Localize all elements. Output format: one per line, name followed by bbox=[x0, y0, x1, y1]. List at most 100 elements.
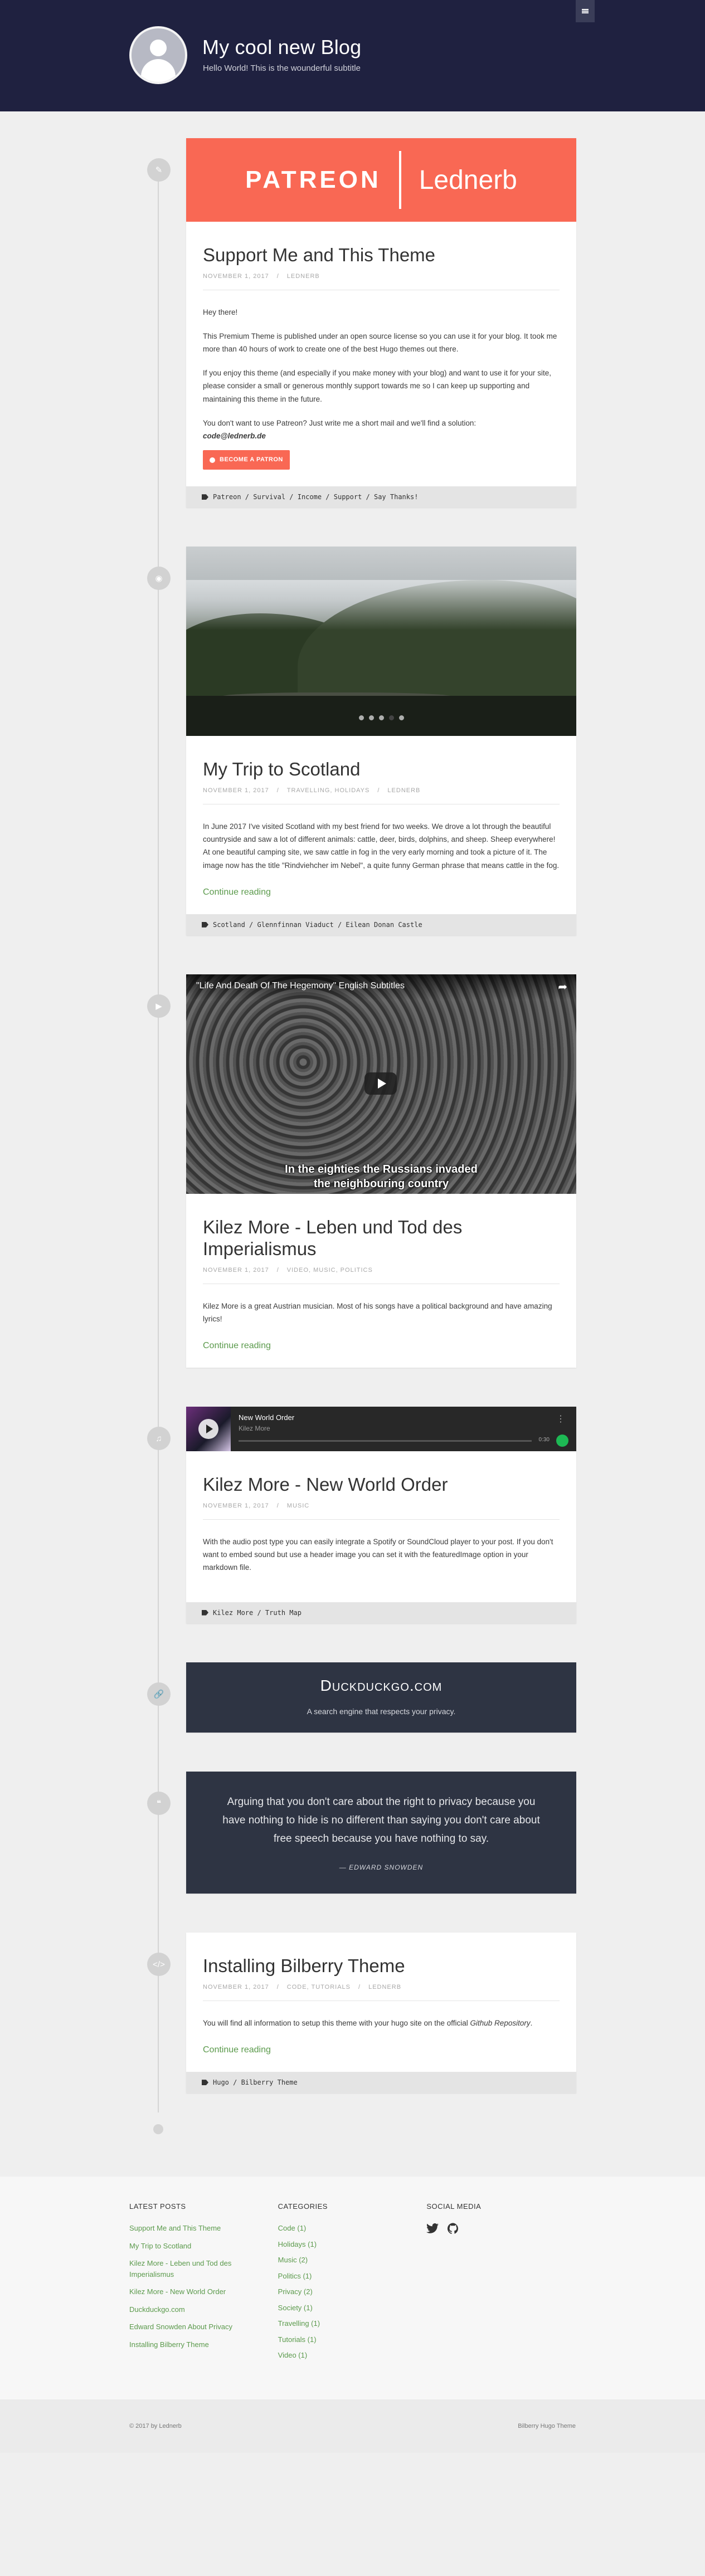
track-artist[interactable]: Kilez More bbox=[239, 1424, 270, 1432]
latest-posts-heading: LATEST POSTS bbox=[129, 2202, 186, 2211]
become-patron-button[interactable]: BECOME A PATRON bbox=[203, 450, 290, 470]
quote-icon: ❝ bbox=[147, 1791, 171, 1815]
timeline: ✎ PATREON Lednerb Support Me and This Th… bbox=[0, 111, 705, 2177]
tag-icon bbox=[202, 494, 208, 500]
play-button[interactable] bbox=[364, 1072, 397, 1095]
hamburger-icon bbox=[582, 9, 589, 13]
post-title[interactable]: Installing Bilberry Theme bbox=[203, 1955, 560, 1977]
tag-bar: Kilez More / Truth Map bbox=[186, 1602, 576, 1623]
latest-post-link[interactable]: My Trip to Scotland bbox=[129, 2241, 278, 2252]
link-title[interactable]: Duckduckgo.com bbox=[203, 1677, 560, 1695]
social-media-heading: SOCIAL MEDIA bbox=[426, 2202, 482, 2211]
category-link[interactable]: Video (1) bbox=[278, 2350, 427, 2361]
category-link[interactable]: Music (2) bbox=[278, 2255, 427, 2266]
patreon-logo: PATREON bbox=[245, 166, 381, 193]
pencil-icon: ✎ bbox=[147, 158, 171, 182]
theme-credit-link[interactable]: Bilberry Hugo Theme bbox=[518, 2423, 576, 2429]
video-player[interactable]: "Life And Death Of The Hegemony" English… bbox=[186, 974, 576, 1194]
quote-author: — EDWARD SNOWDEN bbox=[339, 1863, 424, 1872]
post-content: In June 2017 I've visited Scotland with … bbox=[203, 822, 560, 870]
category-link[interactable]: Travelling (1) bbox=[278, 2318, 427, 2329]
avatar[interactable] bbox=[129, 26, 187, 84]
post-title[interactable]: Kilez More - New World Order bbox=[203, 1474, 560, 1496]
gallery-dot[interactable] bbox=[398, 715, 404, 721]
video-subtitles: In the eighties the Russians invaded the… bbox=[285, 1163, 478, 1190]
post-scotland: ◉ My Trip to Scotland NOVEMBER 1, 2017 /… bbox=[147, 547, 576, 935]
site-subtitle: Hello World! This is the wounderful subt… bbox=[203, 64, 361, 73]
tag-icon bbox=[202, 1609, 208, 1616]
tag-list[interactable]: Kilez More / Truth Map bbox=[213, 1609, 302, 1617]
user-silhouette-icon bbox=[150, 40, 167, 56]
menu-toggle-button[interactable] bbox=[576, 0, 595, 22]
image-gallery[interactable] bbox=[186, 547, 576, 736]
footer-bottom-bar: © 2017 by Lednerb Bilberry Hugo Theme bbox=[0, 2399, 705, 2453]
latest-post-link[interactable]: Duckduckgo.com bbox=[129, 2304, 278, 2315]
post-categories[interactable]: TRAVELLING, HOLIDAYS bbox=[287, 787, 370, 794]
continue-reading-link[interactable]: Continue reading bbox=[203, 1341, 271, 1351]
gallery-dot[interactable] bbox=[378, 715, 384, 721]
post-title[interactable]: My Trip to Scotland bbox=[203, 758, 560, 780]
post-meta: NOVEMBER 1, 2017/MUSIC bbox=[203, 1502, 560, 1520]
post-author[interactable]: LEDNERB bbox=[368, 1984, 401, 1990]
tag-list[interactable]: Patreon / Survival / Income / Support / … bbox=[213, 493, 418, 501]
post-title[interactable]: Support Me and This Theme bbox=[203, 244, 560, 266]
post-date: NOVEMBER 1, 2017 bbox=[203, 1983, 269, 1990]
tag-bar: Hugo / Bilberry Theme bbox=[186, 2072, 576, 2094]
twitter-icon[interactable] bbox=[426, 2223, 439, 2234]
categories-heading: CATEGORIES bbox=[278, 2202, 328, 2211]
gallery-dot[interactable] bbox=[358, 715, 364, 721]
more-options-icon[interactable]: ⋮ bbox=[556, 1413, 565, 1424]
latest-post-link[interactable]: Kilez More - Leben und Tod des Imperiali… bbox=[129, 2258, 278, 2280]
category-link[interactable]: Holidays (1) bbox=[278, 2239, 427, 2250]
camera-icon: ◉ bbox=[147, 567, 171, 591]
play-icon[interactable] bbox=[198, 1419, 218, 1440]
post-title[interactable]: Kilez More - Leben und Tod des Imperiali… bbox=[203, 1216, 560, 1260]
tag-list[interactable]: Scotland / Glennfinnan Viaduct / Eilean … bbox=[213, 921, 422, 929]
progress-bar[interactable] bbox=[239, 1440, 532, 1442]
post-content: Hey there! This Premium Theme is publish… bbox=[203, 306, 560, 470]
email-link[interactable]: code@lednerb.de bbox=[203, 432, 266, 440]
latest-post-link[interactable]: Kilez More - New World Order bbox=[129, 2286, 278, 2297]
track-title[interactable]: New World Order bbox=[239, 1413, 294, 1422]
post-meta: NOVEMBER 1, 2017/CODE, TUTORIALS / LEDNERB bbox=[203, 1984, 560, 2001]
site-footer: LATEST POSTS Support Me and This Theme M… bbox=[0, 2177, 705, 2453]
tag-icon bbox=[202, 921, 208, 928]
category-link[interactable]: Code (1) bbox=[278, 2223, 427, 2234]
post-categories[interactable]: CODE, TUTORIALS bbox=[287, 1984, 351, 1990]
site-title[interactable]: My cool new Blog bbox=[202, 36, 361, 59]
site-header: My cool new Blog Hello World! This is th… bbox=[0, 0, 705, 111]
share-icon[interactable]: ➦ bbox=[558, 980, 567, 994]
category-link[interactable]: Tutorials (1) bbox=[278, 2334, 427, 2345]
latest-post-link[interactable]: Edward Snowden About Privacy bbox=[129, 2321, 278, 2333]
post-bilberry: </> Installing Bilberry Theme NOVEMBER 1… bbox=[147, 1933, 576, 2094]
spotify-player[interactable]: New World Order Kilez More 0:30 ⋮ bbox=[186, 1407, 576, 1452]
post-audio: ♫ New World Order Kilez More 0:30 ⋮ Kile… bbox=[147, 1407, 576, 1623]
category-link[interactable]: Privacy (2) bbox=[278, 2286, 427, 2297]
tag-bar: Scotland / Glennfinnan Viaduct / Eilean … bbox=[186, 914, 576, 935]
patreon-banner[interactable]: PATREON Lednerb bbox=[186, 138, 576, 222]
spotify-icon[interactable] bbox=[556, 1435, 568, 1447]
post-patreon: ✎ PATREON Lednerb Support Me and This Th… bbox=[147, 138, 576, 508]
video-title[interactable]: "Life And Death Of The Hegemony" English… bbox=[196, 981, 405, 991]
category-link[interactable]: Politics (1) bbox=[278, 2271, 427, 2282]
gallery-dot[interactable] bbox=[368, 715, 374, 721]
latest-post-link[interactable]: Installing Bilberry Theme bbox=[129, 2339, 278, 2350]
github-icon[interactable] bbox=[448, 2223, 459, 2235]
latest-post-link[interactable]: Support Me and This Theme bbox=[129, 2223, 278, 2234]
post-author[interactable]: LEDNERB bbox=[387, 787, 420, 794]
continue-reading-link[interactable]: Continue reading bbox=[203, 2045, 271, 2055]
post-date: NOVEMBER 1, 2017 bbox=[203, 272, 269, 280]
github-repository-link[interactable]: Github Repository bbox=[470, 2019, 531, 2027]
tag-list[interactable]: Hugo / Bilberry Theme bbox=[213, 2079, 298, 2086]
post-author[interactable]: LEDNERB bbox=[287, 273, 320, 280]
gallery-dot-active[interactable] bbox=[388, 715, 394, 721]
post-categories[interactable]: VIDEO, MUSIC, POLITICS bbox=[287, 1267, 373, 1274]
post-date: NOVEMBER 1, 2017 bbox=[203, 787, 269, 794]
quote-text: Arguing that you don't care about the ri… bbox=[222, 1796, 540, 1845]
post-categories[interactable]: MUSIC bbox=[287, 1502, 309, 1509]
category-link[interactable]: Society (1) bbox=[278, 2302, 427, 2314]
social-media-widget: SOCIAL MEDIA bbox=[426, 2202, 575, 2366]
track-time: 0:30 bbox=[538, 1437, 550, 1443]
continue-reading-link[interactable]: Continue reading bbox=[203, 887, 271, 897]
post-content: Kilez More is a great Austrian musician.… bbox=[203, 1301, 552, 1324]
